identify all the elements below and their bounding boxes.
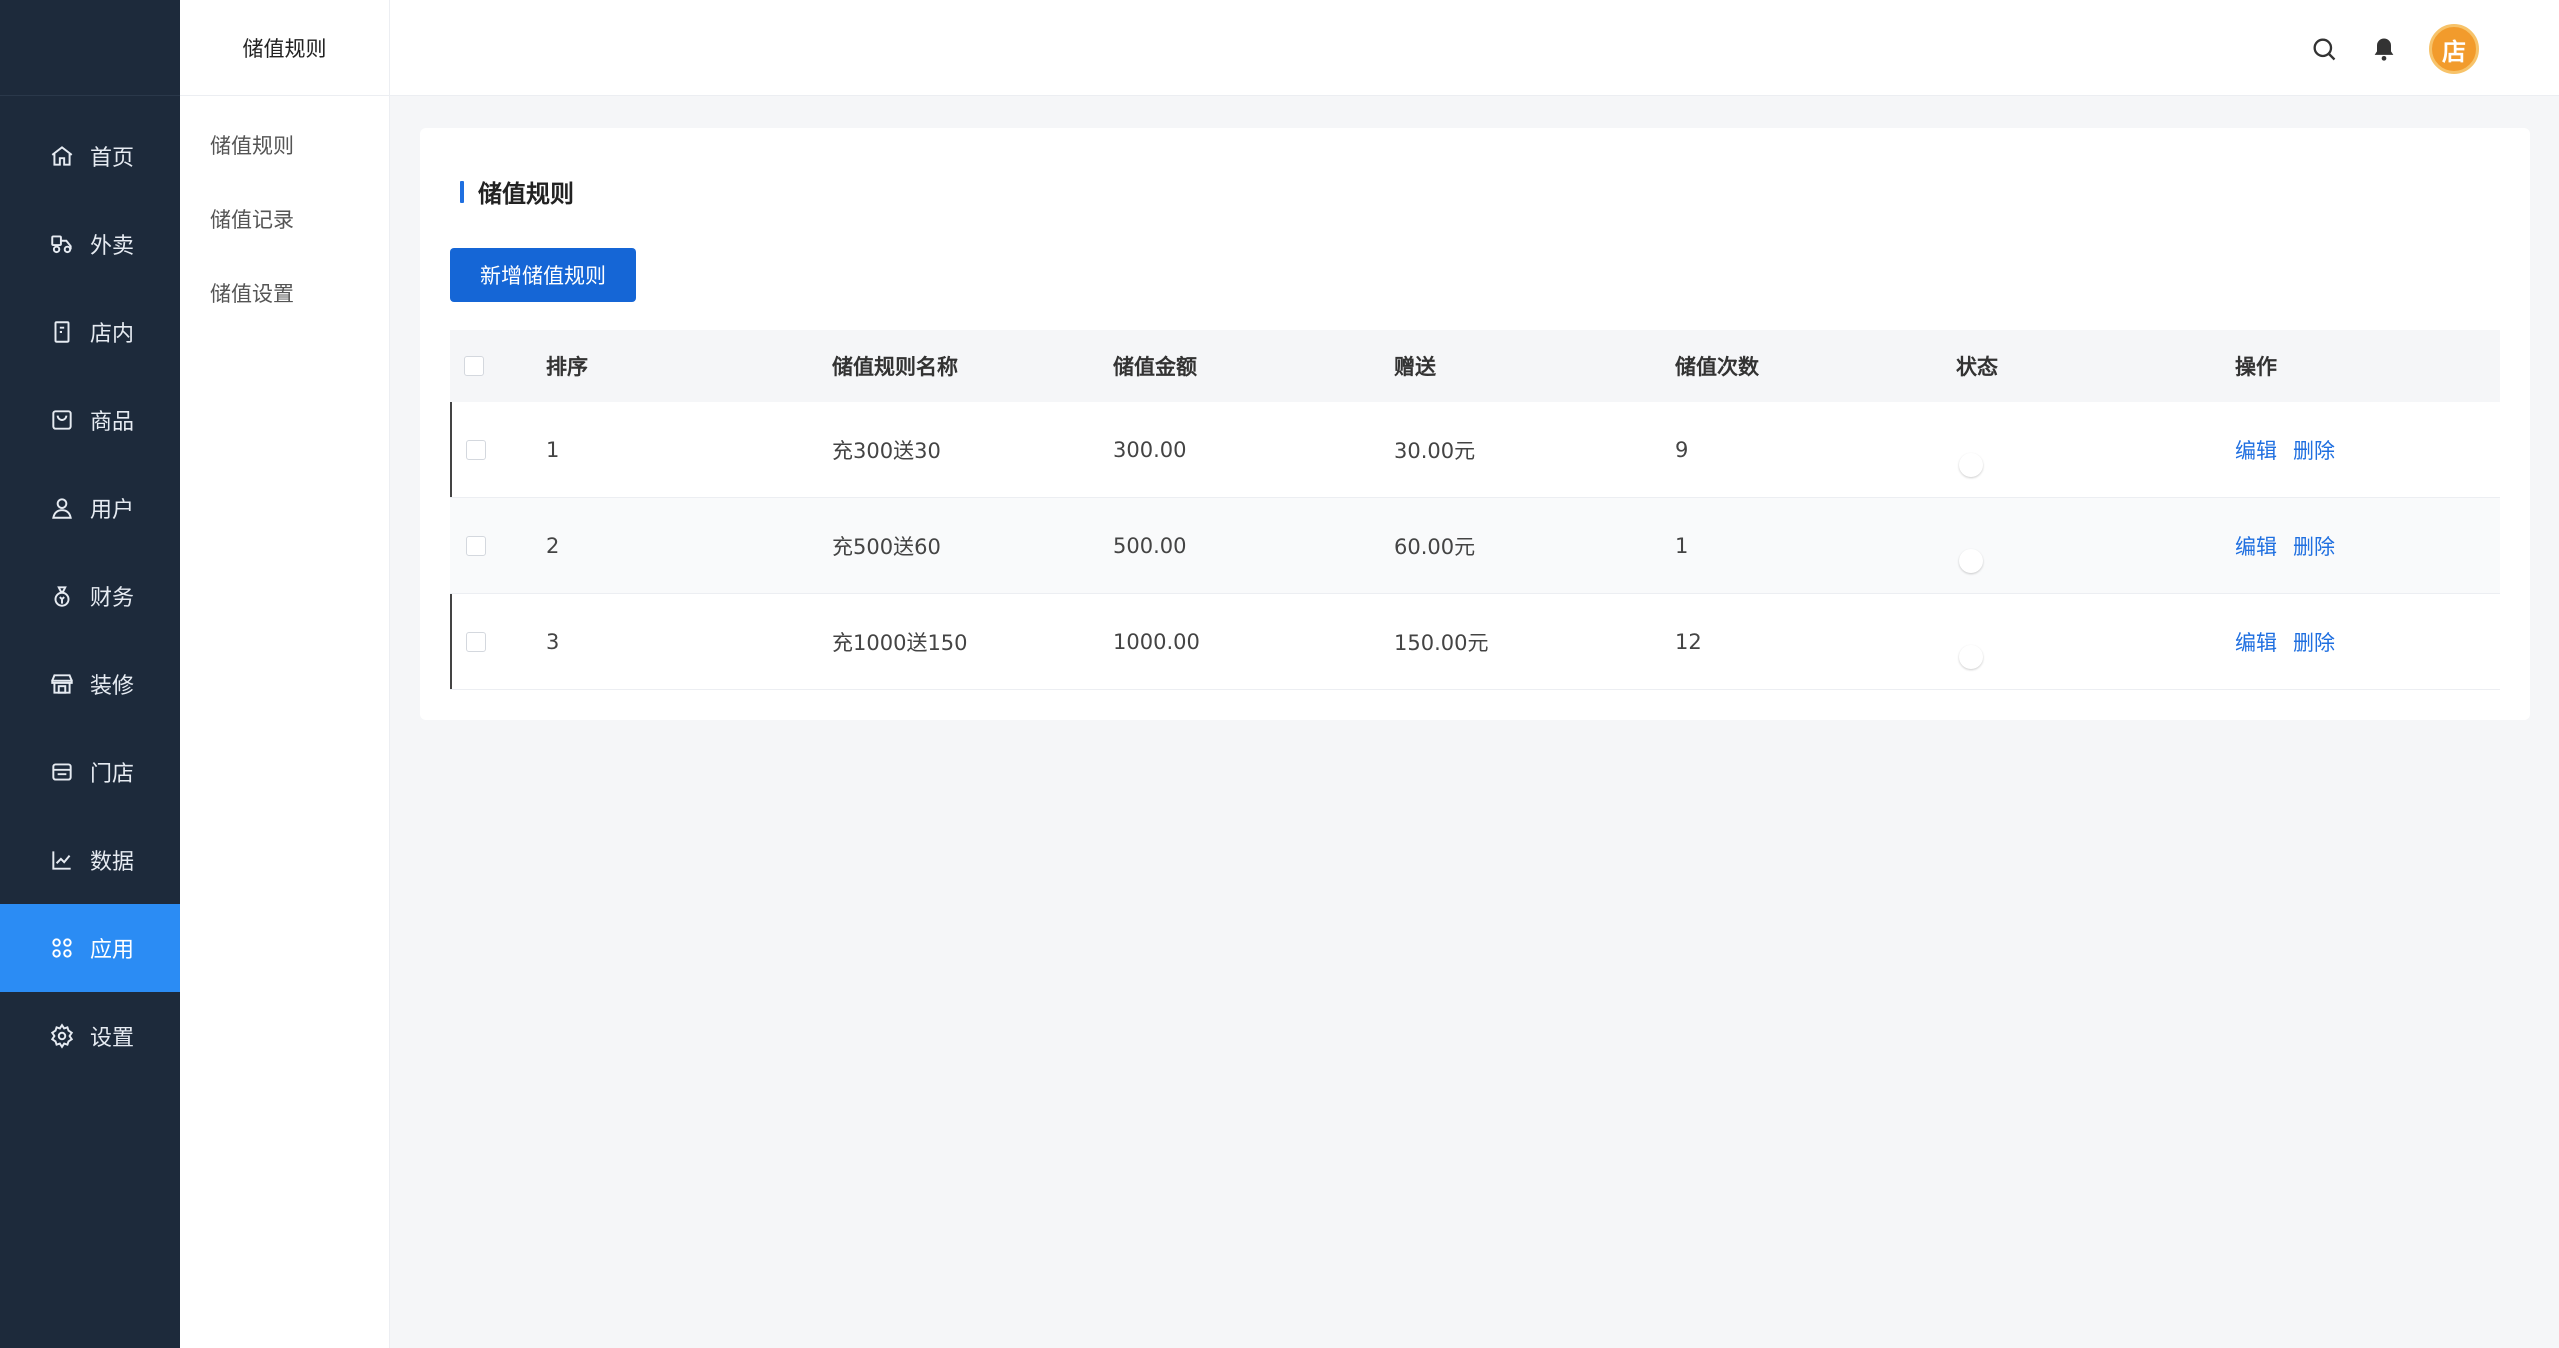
cell-sort: 3 bbox=[546, 629, 560, 654]
delivery-icon bbox=[48, 230, 76, 258]
column-header: 赠送 bbox=[1394, 355, 1436, 379]
cell-count: 9 bbox=[1675, 437, 1689, 462]
nav-item-settings[interactable]: 设置 bbox=[0, 992, 180, 1080]
cell-sort: 2 bbox=[546, 533, 560, 558]
column-header: 储值金额 bbox=[1113, 355, 1197, 379]
nav-item-label: 装修 bbox=[90, 674, 135, 699]
edit-link[interactable]: 编辑 bbox=[2235, 435, 2277, 465]
cell-sort: 1 bbox=[546, 437, 560, 462]
nav-item-data[interactable]: 数据 bbox=[0, 816, 180, 904]
home-icon bbox=[48, 142, 76, 170]
cell-actions: 编辑 删除 bbox=[2235, 435, 2500, 465]
nav-item-decor[interactable]: 装修 bbox=[0, 640, 180, 728]
nav-item-products[interactable]: 商品 bbox=[0, 376, 180, 464]
subnav-title: 储值规则 bbox=[180, 0, 389, 96]
rules-table: 排序 储值规则名称 储值金额 赠送 储值次数 状态 操作 1 充300送30 3… bbox=[450, 330, 2500, 690]
nav-item-label: 设置 bbox=[90, 1026, 135, 1051]
cell-name: 充300送30 bbox=[832, 438, 941, 463]
column-header: 操作 bbox=[2235, 355, 2277, 379]
row-checkbox[interactable] bbox=[466, 439, 486, 460]
delete-link[interactable]: 删除 bbox=[2293, 627, 2335, 657]
nav-item-label: 用户 bbox=[90, 498, 135, 523]
shop-decor-icon bbox=[48, 670, 76, 698]
cell-gift: 150.00元 bbox=[1394, 630, 1489, 655]
chart-icon bbox=[48, 846, 76, 874]
cell-count: 12 bbox=[1675, 629, 1702, 654]
column-header: 储值次数 bbox=[1675, 355, 1759, 379]
row-check-cell bbox=[450, 535, 546, 556]
toggle-knob bbox=[1959, 644, 1983, 669]
page-title-text: 储值规则 bbox=[478, 180, 574, 208]
column-header: 储值规则名称 bbox=[832, 355, 958, 379]
select-all-checkbox[interactable] bbox=[464, 356, 484, 376]
delete-link[interactable]: 删除 bbox=[2293, 531, 2335, 561]
cell-actions: 编辑 删除 bbox=[2235, 531, 2500, 561]
cell-name: 充1000送150 bbox=[832, 630, 968, 655]
subnav-item-rules[interactable]: 储值规则 bbox=[180, 108, 389, 182]
toggle-knob bbox=[1959, 548, 1983, 573]
nav-item-stores[interactable]: 门店 bbox=[0, 728, 180, 816]
nav-item-label: 数据 bbox=[90, 850, 135, 875]
edit-link[interactable]: 编辑 bbox=[2235, 627, 2277, 657]
nav-item-label: 门店 bbox=[90, 762, 135, 787]
header-actions: 店 bbox=[2279, 24, 2479, 74]
main-card: 储值规则 新增储值规则 排序 储值规则名称 储值金额 赠送 储值次数 状态 操作… bbox=[420, 128, 2530, 720]
nav-item-label: 首页 bbox=[90, 146, 135, 171]
edit-link[interactable]: 编辑 bbox=[2235, 531, 2277, 561]
nav-item-apps[interactable]: 应用 bbox=[0, 904, 180, 992]
nav-item-users[interactable]: 用户 bbox=[0, 464, 180, 552]
nav-item-label: 应用 bbox=[90, 938, 135, 963]
main-nav: 首页 外卖 店内 商品 用户 财务 装修 门店 数据 应用 设置 bbox=[0, 0, 180, 1348]
gear-icon bbox=[48, 1022, 76, 1050]
nav-item-label: 店内 bbox=[90, 322, 135, 347]
toggle-knob bbox=[1959, 452, 1983, 477]
top-header: 店 bbox=[390, 0, 2559, 96]
bag-icon bbox=[48, 406, 76, 434]
nav-item-label: 财务 bbox=[90, 586, 135, 611]
title-accent-bar bbox=[460, 180, 464, 203]
column-header: 排序 bbox=[546, 355, 588, 379]
money-bag-icon bbox=[48, 582, 76, 610]
subnav-item-settings[interactable]: 储值设置 bbox=[180, 256, 389, 330]
sub-nav: 储值规则 储值规则 储值记录 储值设置 bbox=[180, 0, 390, 1348]
apps-icon bbox=[48, 934, 76, 962]
cell-amount: 300.00 bbox=[1113, 437, 1187, 462]
row-checkbox[interactable] bbox=[466, 631, 486, 652]
add-rule-button[interactable]: 新增储值规则 bbox=[450, 248, 636, 302]
cell-count: 1 bbox=[1675, 533, 1689, 558]
bell-icon[interactable] bbox=[2369, 34, 2399, 64]
search-icon[interactable] bbox=[2309, 34, 2339, 64]
cell-gift: 60.00元 bbox=[1394, 534, 1476, 559]
subnav-item-records[interactable]: 储值记录 bbox=[180, 182, 389, 256]
table-row: 3 充1000送150 1000.00 150.00元 12 编辑 删除 bbox=[450, 594, 2500, 690]
user-icon bbox=[48, 494, 76, 522]
store-inside-icon bbox=[48, 318, 76, 346]
delete-link[interactable]: 删除 bbox=[2293, 435, 2335, 465]
cell-amount: 500.00 bbox=[1113, 533, 1187, 558]
page-title: 储值规则 bbox=[460, 174, 574, 209]
nav-item-label: 外卖 bbox=[90, 234, 135, 259]
table-header: 排序 储值规则名称 储值金额 赠送 储值次数 状态 操作 bbox=[450, 330, 2500, 402]
nav-logo-area bbox=[0, 0, 180, 96]
row-check-cell bbox=[450, 631, 546, 652]
row-checkbox[interactable] bbox=[466, 535, 486, 556]
table-row: 1 充300送30 300.00 30.00元 9 编辑 删除 bbox=[450, 402, 2500, 498]
row-check-cell bbox=[450, 439, 546, 460]
nav-item-in-store[interactable]: 店内 bbox=[0, 288, 180, 376]
cell-amount: 1000.00 bbox=[1113, 629, 1200, 654]
nav-items: 首页 外卖 店内 商品 用户 财务 装修 门店 数据 应用 设置 bbox=[0, 112, 180, 1080]
store-icon bbox=[48, 758, 76, 786]
header-check-cell bbox=[450, 356, 546, 376]
subnav-items: 储值规则 储值记录 储值设置 bbox=[180, 96, 389, 330]
nav-item-finance[interactable]: 财务 bbox=[0, 552, 180, 640]
nav-item-label: 商品 bbox=[90, 410, 135, 435]
avatar[interactable]: 店 bbox=[2429, 24, 2479, 74]
cell-name: 充500送60 bbox=[832, 534, 941, 559]
nav-item-delivery[interactable]: 外卖 bbox=[0, 200, 180, 288]
cell-gift: 30.00元 bbox=[1394, 438, 1476, 463]
cell-actions: 编辑 删除 bbox=[2235, 627, 2500, 657]
table-row: 2 充500送60 500.00 60.00元 1 编辑 删除 bbox=[450, 498, 2500, 594]
nav-item-home[interactable]: 首页 bbox=[0, 112, 180, 200]
column-header: 状态 bbox=[1956, 355, 1998, 379]
